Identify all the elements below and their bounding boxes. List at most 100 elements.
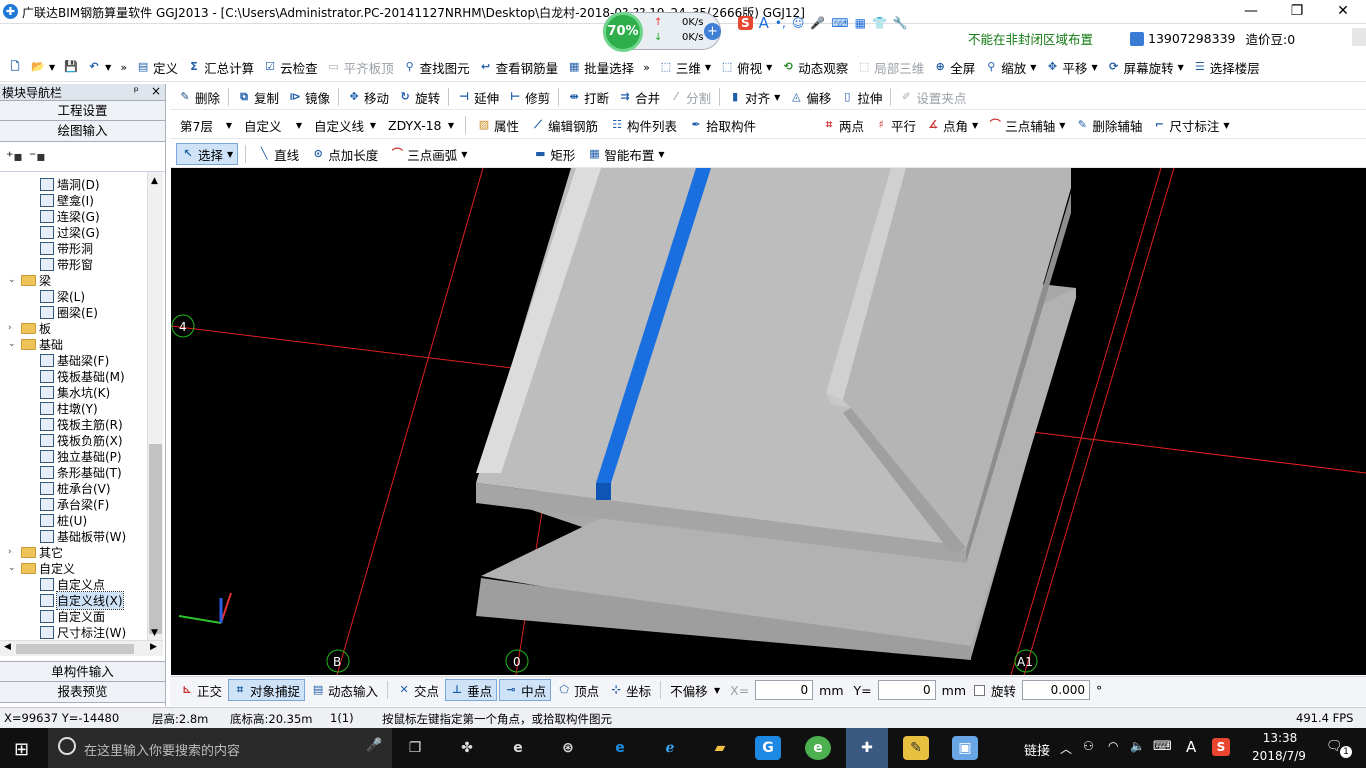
green-e-icon[interactable]: e (805, 736, 831, 760)
tree-item[interactable]: › 其它 (8, 544, 63, 560)
tb2-set-grip[interactable]: ✐ 设置夹点 (895, 86, 970, 108)
tb2-align[interactable]: ▮ 对齐 ▼ (724, 86, 784, 108)
tb2-delete[interactable]: ✎ 删除 (174, 86, 224, 108)
tb4-three-point-arc[interactable]: ⌒ 三点画弧 ▼ (386, 143, 471, 165)
taskbar-search[interactable]: 在这里输入你要搜索的内容 🎤 (48, 728, 392, 768)
tb4-select[interactable]: ↖ 选择 ▼ (176, 143, 239, 165)
wrench-icon[interactable]: 🔧 (893, 16, 908, 30)
overflow-tab[interactable] (1352, 28, 1366, 46)
keyboard-tray-icon[interactable]: ⌨ (1153, 739, 1172, 754)
tb3-pick-component[interactable]: ✒ 拾取构件 (685, 114, 760, 136)
keyboard-icon[interactable]: ⌨ (831, 16, 848, 30)
tb2-split[interactable]: ⁄ 分割 (665, 86, 715, 108)
hscroll-thumb[interactable] (16, 644, 134, 654)
window-app-icon[interactable]: ▣ (952, 736, 978, 760)
type-select[interactable]: 自定义线 ▼ (310, 114, 380, 136)
tb3-dimension[interactable]: ⌐ 尺寸标注 ▼ (1148, 114, 1233, 136)
tb3-two-points[interactable]: ⌗ 两点 (818, 114, 868, 136)
plus-icon[interactable]: + (704, 23, 721, 40)
undo-button[interactable]: ↶ ▼ (83, 56, 115, 78)
file-explorer-icon[interactable]: ▰ (707, 736, 733, 760)
open-file-button[interactable]: 📂 ▼ (27, 56, 59, 78)
tree-item[interactable]: 承台梁(F) (40, 496, 109, 512)
tb1-select-floor[interactable]: ☰ 选择楼层 (1189, 56, 1264, 78)
tb1-zoom[interactable]: ⚲ 缩放 ▼ (980, 56, 1040, 78)
tree-item[interactable]: 筏板负筋(X) (40, 432, 123, 448)
viewport-scene[interactable]: 4 B 0 A1 (171, 168, 1366, 675)
tree-item[interactable]: 桩(U) (40, 512, 87, 528)
restore-button[interactable]: ❐ (1274, 0, 1320, 24)
tb2-merge[interactable]: ⇉ 合并 (614, 86, 664, 108)
tb1-local-3d[interactable]: ⬚ 局部三维 (853, 56, 928, 78)
tb1-top-view[interactable]: ⬚ 俯视 ▼ (716, 56, 776, 78)
snap-midpoint[interactable]: ⊸ 中点 (499, 679, 552, 701)
snap-ortho[interactable]: ⊾ 正交 (176, 679, 226, 701)
tb1-cloud-check[interactable]: ☑ 云检查 (259, 56, 322, 78)
new-file-button[interactable]: 🗋 (4, 56, 26, 78)
expanded-icon[interactable]: ⌄ (8, 275, 18, 285)
tb2-break[interactable]: ⇹ 打断 (563, 86, 613, 108)
expanded-icon[interactable]: ⌄ (8, 339, 18, 349)
tree-item[interactable]: 尺寸标注(W) (40, 624, 126, 640)
pin-icon[interactable]: ᵖ (134, 84, 139, 100)
tree-item[interactable]: 基础板带(W) (40, 528, 126, 544)
engineering-settings-button[interactable]: 工程设置 (0, 100, 165, 121)
tb1-define[interactable]: ▤ 定义 (132, 56, 182, 78)
tree-item[interactable]: 带形洞 (40, 240, 93, 256)
tb4-smart-layout[interactable]: ▦ 智能布置 ▼ (583, 143, 668, 165)
x-offset-field[interactable]: 0 (755, 680, 814, 700)
expand-all-icon[interactable]: ⁺▪ (6, 149, 23, 165)
tb1-pan[interactable]: ✥ 平移 ▼ (1041, 56, 1101, 78)
scroll-right-icon[interactable]: ▶ (150, 642, 157, 652)
spiral-app-icon[interactable]: ⊛ (555, 736, 581, 760)
tb1-find-element[interactable]: ⚲ 查找图元 (399, 56, 474, 78)
tree-hscrollbar[interactable]: ◀ ▶ (0, 640, 163, 656)
punct-icon[interactable]: •, (775, 16, 786, 30)
tb2-rotate[interactable]: ↻ 旋转 (394, 86, 444, 108)
notes-app-icon[interactable]: ✎ (903, 736, 929, 760)
report-preview-button[interactable]: 报表预览 (0, 682, 165, 703)
browser-e-icon[interactable]: e (505, 736, 531, 760)
tb1-summary-calc[interactable]: Σ 汇总计算 (183, 56, 258, 78)
tree-item[interactable]: 基础梁(F) (40, 352, 109, 368)
scroll-left-icon[interactable]: ◀ (4, 642, 11, 652)
clock-date[interactable]: 2018/7/9 (1246, 749, 1312, 763)
snap-coordinate[interactable]: ⊹ 坐标 (605, 679, 655, 701)
tb1-fullscreen[interactable]: ⊕ 全屏 (929, 56, 979, 78)
tree-item[interactable]: 筏板主筋(R) (40, 416, 123, 432)
tree-scrollbar[interactable]: ▲ ▼ (147, 172, 163, 640)
tb2-copy[interactable]: ⧉ 复制 (233, 86, 283, 108)
tb2-stretch[interactable]: ▯ 拉伸 (836, 86, 886, 108)
tb3-point-angle[interactable]: ∡ 点角 ▼ (922, 114, 982, 136)
tb3-properties[interactable]: ▨ 属性 (473, 114, 523, 136)
tb1-3d[interactable]: ⬚ 三维 ▼ (655, 56, 715, 78)
floor-select[interactable]: 第7层 ▼ (176, 114, 236, 136)
tree-item[interactable]: 圈梁(E) (40, 304, 98, 320)
tb1-align-slab-top[interactable]: ▭ 平齐板顶 (323, 56, 398, 78)
tb3-edit-rebar[interactable]: ⟋ 编辑钢筋 (527, 114, 602, 136)
tb4-rectangle[interactable]: ▬ 矩形 (529, 143, 579, 165)
user-info[interactable]: 13907298339 造价豆:0 (1130, 29, 1295, 48)
save-button[interactable]: 💾 (60, 56, 82, 78)
collapse-all-icon[interactable]: ⁻▪ (29, 149, 46, 165)
emoji-icon[interactable]: ☺ (792, 16, 805, 30)
sogou-icon[interactable]: S (738, 16, 753, 30)
rotate-field[interactable]: 0.000 (1022, 680, 1091, 700)
tb1-dynamic-observe[interactable]: ⟲ 动态观察 (777, 56, 852, 78)
tree-item[interactable]: 自定义线(X) (40, 590, 124, 610)
tree-item[interactable]: 柱墩(Y) (40, 400, 98, 416)
drawing-input-button[interactable]: 绘图输入 (0, 121, 165, 142)
tree-item[interactable]: 自定义点 (40, 576, 105, 592)
microphone-icon[interactable]: 🎤 (366, 738, 382, 753)
tree-item[interactable]: ⌄ 自定义 (8, 560, 75, 576)
offset-mode-select[interactable]: 不偏移 ▼ (666, 679, 724, 701)
tree-item[interactable]: ⌄ 梁 (8, 272, 51, 288)
tree-item[interactable]: 独立基础(P) (40, 448, 122, 464)
tree-item[interactable]: 墙洞(D) (40, 176, 100, 192)
panel-close-icon[interactable]: × (151, 84, 161, 100)
ime-indicator[interactable]: A (1186, 738, 1196, 756)
taskbar-link[interactable]: 链接 (1024, 740, 1050, 759)
speed-widget[interactable]: 70% ↑ 0K/s ↓ 0K/s + (603, 12, 721, 52)
tree-item[interactable]: 梁(L) (40, 288, 85, 304)
tree-item[interactable]: 自定义面 (40, 608, 105, 624)
